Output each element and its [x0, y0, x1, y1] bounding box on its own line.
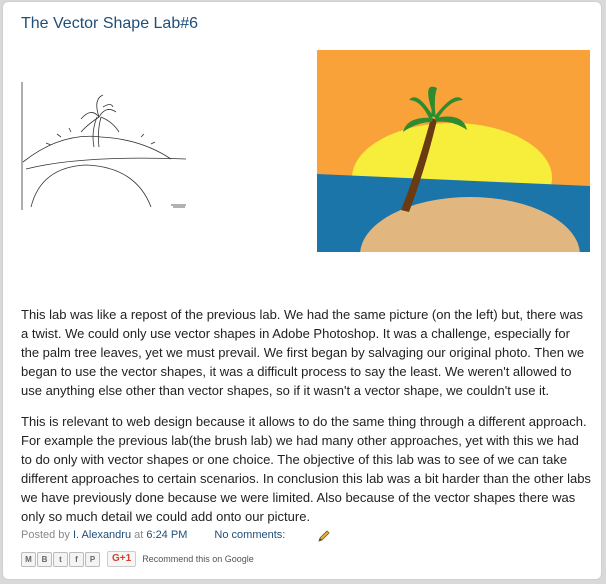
sunset-image[interactable]: [317, 50, 590, 252]
share-bar: M B t f P G+1 Recommend this on Google: [21, 550, 254, 568]
sketch-image[interactable]: [21, 77, 191, 210]
twitter-icon[interactable]: t: [53, 551, 68, 567]
post-card: The Vector Shape Lab#6 This lab was like…: [2, 1, 602, 580]
recommend-text: Recommend this on Google: [142, 554, 254, 564]
pinterest-icon[interactable]: P: [85, 551, 100, 567]
posted-by-label: Posted by: [21, 529, 70, 541]
comments-link[interactable]: No comments:: [214, 529, 285, 541]
post-paragraph-1: This lab was like a repost of the previo…: [21, 307, 585, 398]
post-title[interactable]: The Vector Shape Lab#6: [21, 15, 198, 33]
edit-pencil-icon[interactable]: [317, 529, 331, 543]
google-plus-button[interactable]: G+1: [107, 551, 137, 567]
post-paragraph-2: This is relevant to web design because i…: [21, 414, 591, 524]
facebook-icon[interactable]: f: [69, 551, 84, 567]
blogthis-icon[interactable]: B: [37, 551, 52, 567]
at-label: at: [134, 529, 144, 541]
post-footer: Posted by I. Alexandru at 6:24 PM No com…: [21, 529, 285, 541]
timestamp-link[interactable]: 6:24 PM: [146, 529, 187, 541]
email-icon[interactable]: M: [21, 551, 36, 567]
author-link[interactable]: I. Alexandru: [73, 529, 131, 541]
